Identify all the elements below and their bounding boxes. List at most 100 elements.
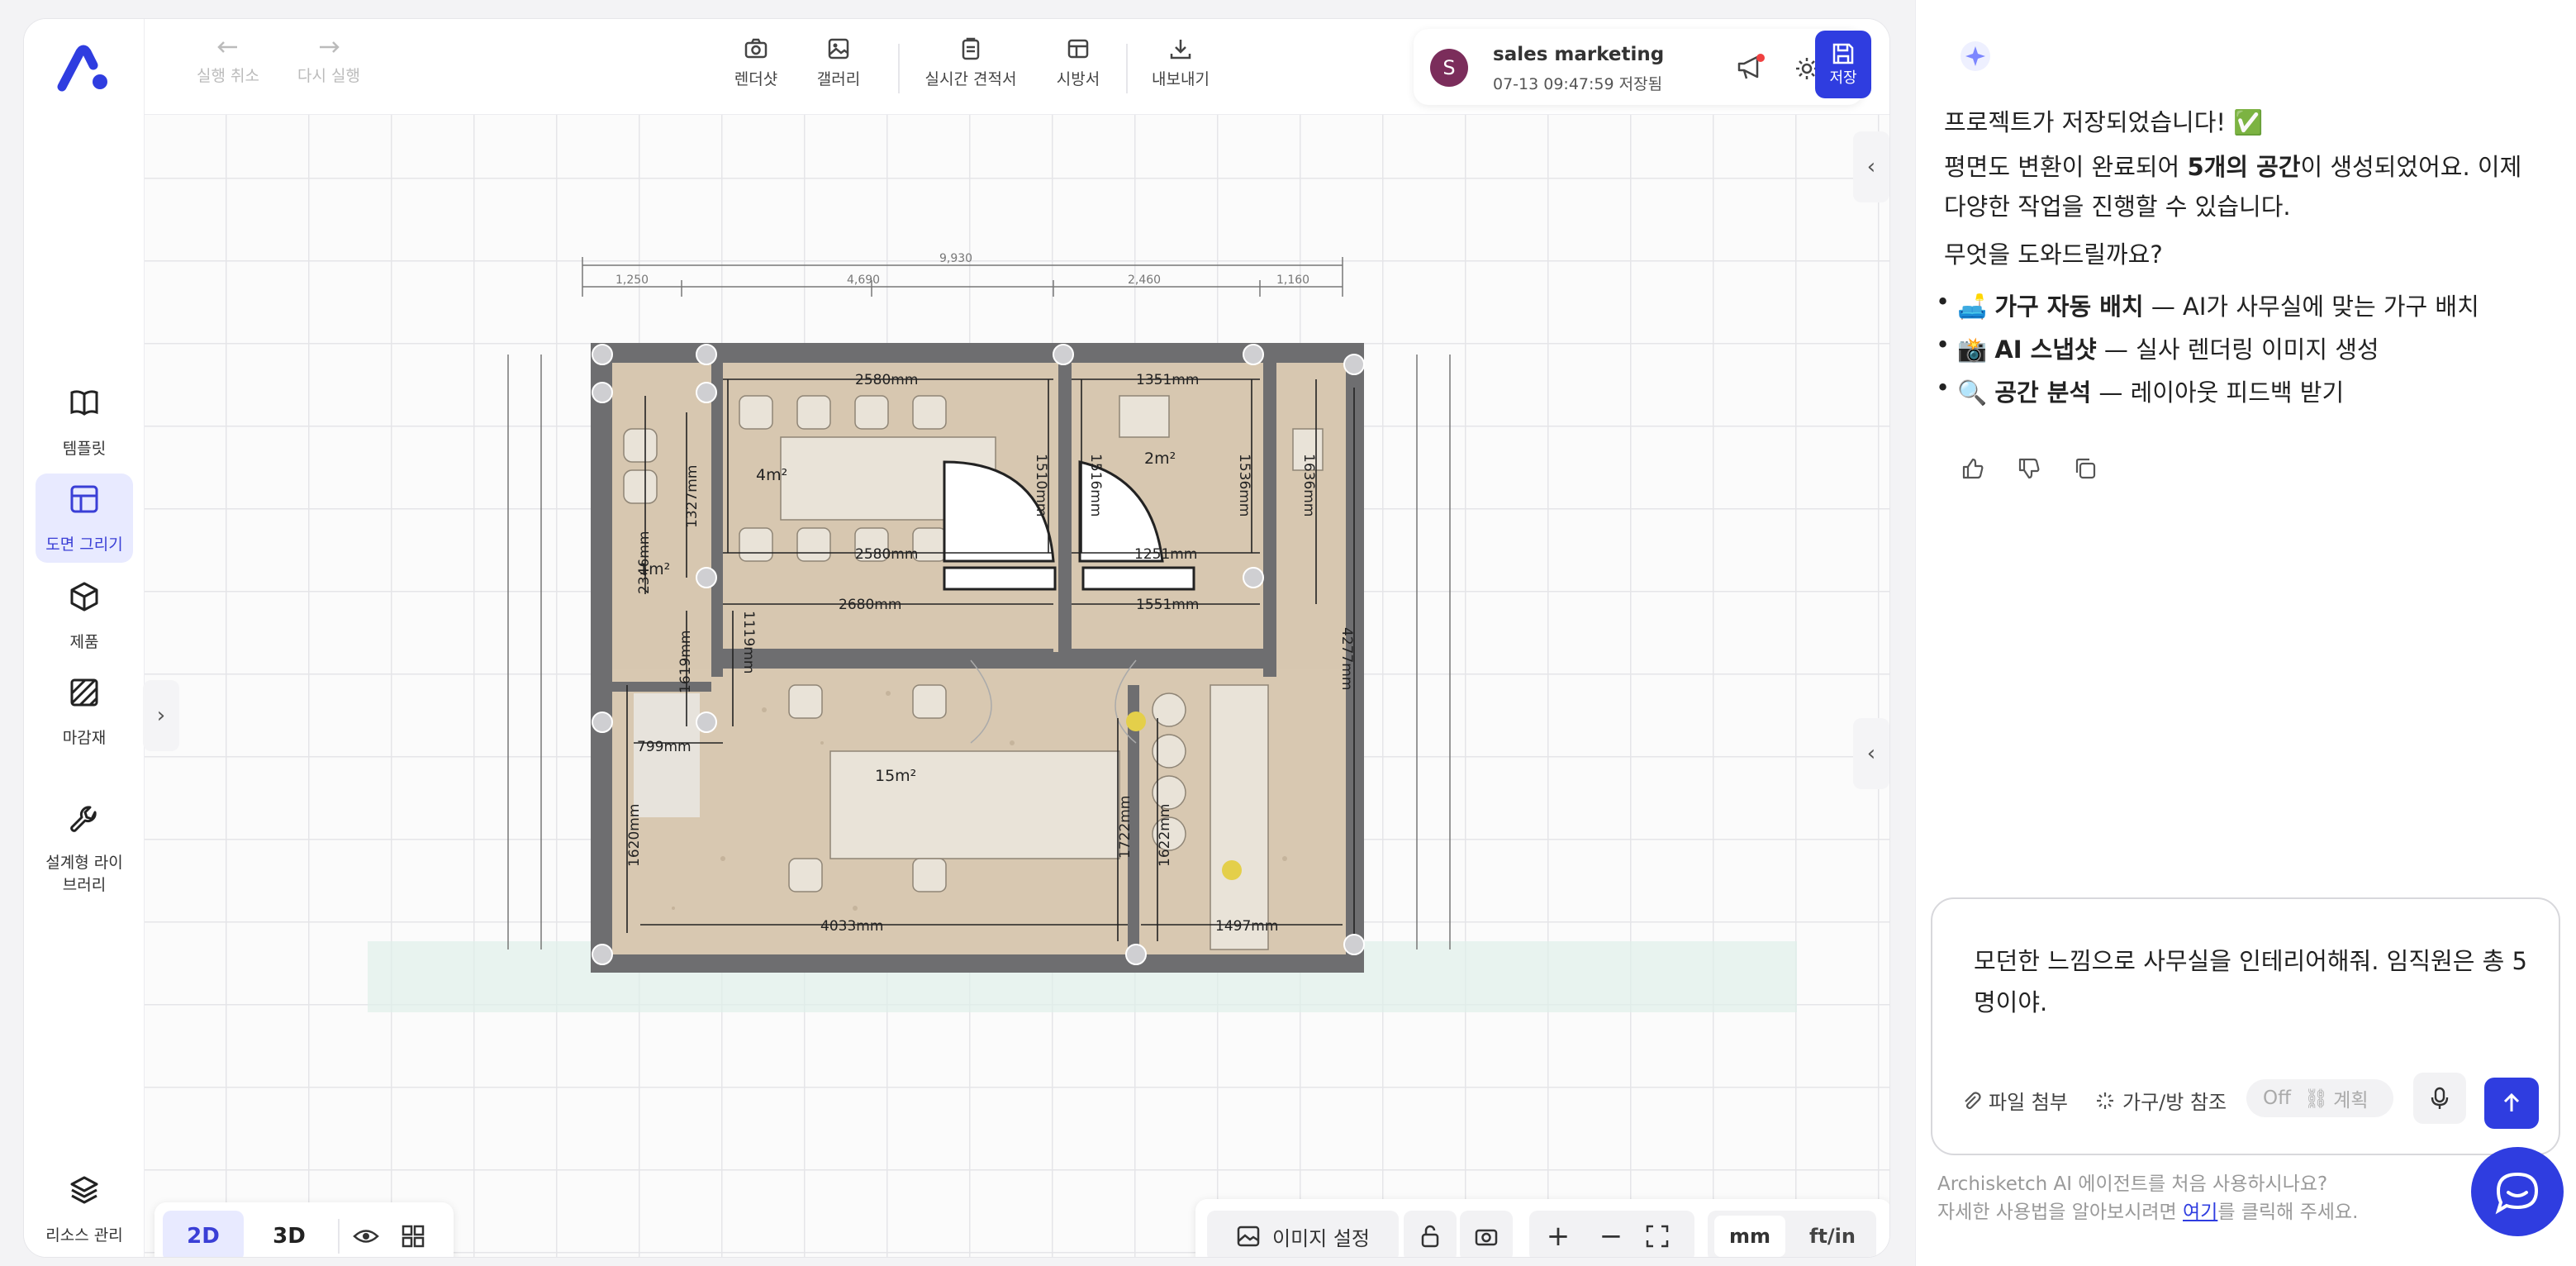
paperclip-icon	[1965, 1091, 1981, 1109]
gallery-button[interactable]: 갤러리	[806, 37, 872, 89]
voice-input-button[interactable]	[2413, 1073, 2466, 1124]
sidebar-item-draw-plan[interactable]: 도면 그리기	[36, 474, 133, 563]
ai-chat-panel: 프로젝트가 저장되었습니다! ✅ 평면도 변환이 완료되어 5개의 공간이 생성…	[1915, 0, 2576, 1266]
save-button[interactable]: 저장	[1815, 31, 1871, 98]
export-button[interactable]: 내보내기	[1139, 37, 1222, 89]
sidebar-item-material[interactable]: 마감재	[36, 667, 133, 756]
ref-label: 가구/방 참조	[2122, 1091, 2227, 1114]
help-footer: Archisketch AI 에이전트를 처음 사용하시나요? 자세한 사용법을…	[1937, 1170, 2358, 1226]
mode-2d-button[interactable]: 2D	[163, 1211, 244, 1257]
view-mode-switch: 2D 3D	[154, 1202, 454, 1257]
dim-label: 2680mm	[839, 597, 901, 613]
chat-bubble-icon	[2495, 1172, 2539, 1215]
outer-dim: 4,690	[847, 274, 880, 287]
hatch-icon	[70, 678, 98, 707]
left-panel-expand[interactable]: ›	[143, 680, 179, 751]
footer-text: 를 클릭해 주세요.	[2217, 1202, 2359, 1223]
suggestion-desc: — 레이아웃 피드백 받기	[2091, 378, 2345, 407]
dim-label: 1722mm	[1117, 796, 1134, 859]
undo-button[interactable]: 실행 취소	[191, 37, 265, 86]
dim-label: 4277mm	[1338, 627, 1355, 690]
lock-button[interactable]	[1404, 1211, 1457, 1257]
dim-label: 1620mm	[626, 804, 643, 867]
chevron-right-icon: ›	[156, 703, 166, 728]
export-label: 내보내기	[1152, 70, 1210, 88]
dim-label: 1497mm	[1215, 918, 1278, 935]
help-link[interactable]: 여기	[2183, 1202, 2217, 1223]
megaphone-icon[interactable]	[1736, 54, 1766, 82]
chat-input-text[interactable]: 모던한 느낌으로 사무실을 인테리어해줘. 임직원은 총 5명이야.	[1974, 940, 2536, 1023]
magnifier-icon: 🔍	[1957, 378, 1988, 407]
render-button[interactable]: 렌더샷	[723, 37, 789, 89]
left-sidebar: 템플릿 도면 그리기 제품 마감재 설계형 라이브러리 리소스 관리	[24, 19, 145, 1257]
attach-label: 파일 첨부	[1989, 1091, 2068, 1114]
grid-icon[interactable]	[401, 1224, 425, 1249]
estimate-label: 실시간 견적서	[924, 70, 1017, 88]
mode-3d-button[interactable]: 3D	[249, 1211, 330, 1257]
arrow-left-icon	[217, 41, 237, 53]
dim-label: 1119mm	[740, 611, 757, 673]
send-button[interactable]	[2484, 1078, 2539, 1129]
spec-button[interactable]: 시방서	[1045, 37, 1111, 89]
zoom-in-icon[interactable]: +	[1539, 1220, 1577, 1253]
outer-dim: 2,460	[1128, 274, 1161, 287]
thumbs-up-icon[interactable]	[1961, 456, 1985, 481]
plan-mode-toggle[interactable]: Off ⛓ 계획	[2246, 1079, 2393, 1117]
chat-message-saved: 프로젝트가 저장되었습니다! ✅	[1944, 108, 2264, 136]
sidebar-item-product[interactable]: 제품	[36, 571, 133, 660]
estimate-button[interactable]: 실시간 견적서	[913, 37, 1029, 89]
unit-mm-option[interactable]: mm	[1714, 1216, 1785, 1257]
canvas-tools: 이미지 설정 + − mm ft/in	[1195, 1199, 1889, 1257]
unit-ftin-option[interactable]: ft/in	[1795, 1216, 1870, 1257]
room-area-label: 1m²	[639, 560, 670, 578]
dim-label: 1327mm	[684, 465, 701, 528]
avatar[interactable]: S	[1430, 49, 1468, 87]
suggestion-item[interactable]: 🔍 공간 분석 — 레이아웃 피드백 받기	[1936, 374, 2345, 408]
chat-input-box[interactable]: 모던한 느낌으로 사무실을 인테리어해줘. 임직원은 총 5명이야. 파일 첨부…	[1931, 897, 2560, 1155]
dim-label: 2580mm	[855, 372, 918, 388]
redo-label: 다시 실행	[297, 67, 360, 85]
dim-label: 1510mm	[1033, 454, 1049, 516]
furniture-room-ref-button[interactable]: 가구/방 참조	[2094, 1086, 2227, 1115]
floorplan-drawing[interactable]: 9,930 1,250 4,690 2,460 1,160 2580mm 135…	[145, 115, 1890, 1258]
suggestion-title: 공간 분석	[1994, 378, 2092, 407]
sidebar-item-label: 제품	[69, 633, 99, 651]
dim-label: 1619mm	[677, 631, 694, 693]
image-settings-button[interactable]: 이미지 설정	[1207, 1211, 1399, 1257]
footer-line: 자세한 사용법을 알아보시려면 여기를 클릭해 주세요.	[1937, 1198, 2358, 1226]
eye-icon[interactable]	[353, 1224, 379, 1249]
thumbs-down-icon[interactable]	[2017, 456, 2041, 481]
floorplan-canvas[interactable]: 9,930 1,250 4,690 2,460 1,160 2580mm 135…	[143, 115, 1890, 1258]
suggestion-item[interactable]: 📸 AI 스냅샷 — 실사 렌더링 이미지 생성	[1936, 331, 2379, 365]
redo-button[interactable]: 다시 실행	[292, 37, 366, 86]
dim-label: 1516mm	[1087, 454, 1104, 516]
attach-file-button[interactable]: 파일 첨부	[1961, 1086, 2068, 1115]
microphone-icon	[2431, 1087, 2449, 1109]
zoom-out-icon[interactable]: −	[1592, 1220, 1630, 1253]
unlock-icon	[1421, 1225, 1439, 1248]
sidebar-item-template[interactable]: 템플릿	[36, 378, 133, 467]
divider	[338, 1219, 340, 1254]
toolbar-divider	[898, 44, 900, 93]
dim-label: 2580mm	[855, 546, 918, 563]
right-panel-collapse[interactable]: ‹	[1853, 718, 1889, 789]
suggestion-desc: — 실사 렌더링 이미지 생성	[2096, 336, 2379, 364]
capture-button[interactable]	[1460, 1211, 1513, 1257]
chat-message-question: 무엇을 도와드릴까요?	[1944, 240, 2163, 269]
sidebar-item-resources[interactable]: 리소스 관리	[36, 1164, 133, 1254]
undo-label: 실행 취소	[197, 67, 259, 85]
right-panel-collapse-top[interactable]: ‹	[1853, 131, 1889, 202]
suggestion-item[interactable]: 🛋️ 가구 자동 배치 — AI가 사무실에 맞는 가구 배치	[1936, 288, 2479, 322]
arrow-right-icon	[320, 41, 340, 53]
render-label: 렌더샷	[734, 70, 778, 88]
user-info-panel: S sales marketing 07-13 09:47:59 저장됨	[1414, 29, 1863, 105]
sidebar-item-label: 설계형 라이브러리	[45, 854, 123, 894]
footer-line: Archisketch AI 에이전트를 처음 사용하시나요?	[1937, 1173, 2328, 1195]
chat-support-button[interactable]	[2471, 1147, 2564, 1236]
sidebar-item-library[interactable]: 설계형 라이브러리	[36, 796, 133, 903]
camera-flash-icon: 📸	[1957, 336, 1988, 364]
table-icon	[1067, 39, 1089, 59]
copy-icon[interactable]	[2073, 456, 2098, 481]
archisketch-logo[interactable]	[57, 44, 112, 93]
fullscreen-icon[interactable]	[1645, 1224, 1670, 1249]
